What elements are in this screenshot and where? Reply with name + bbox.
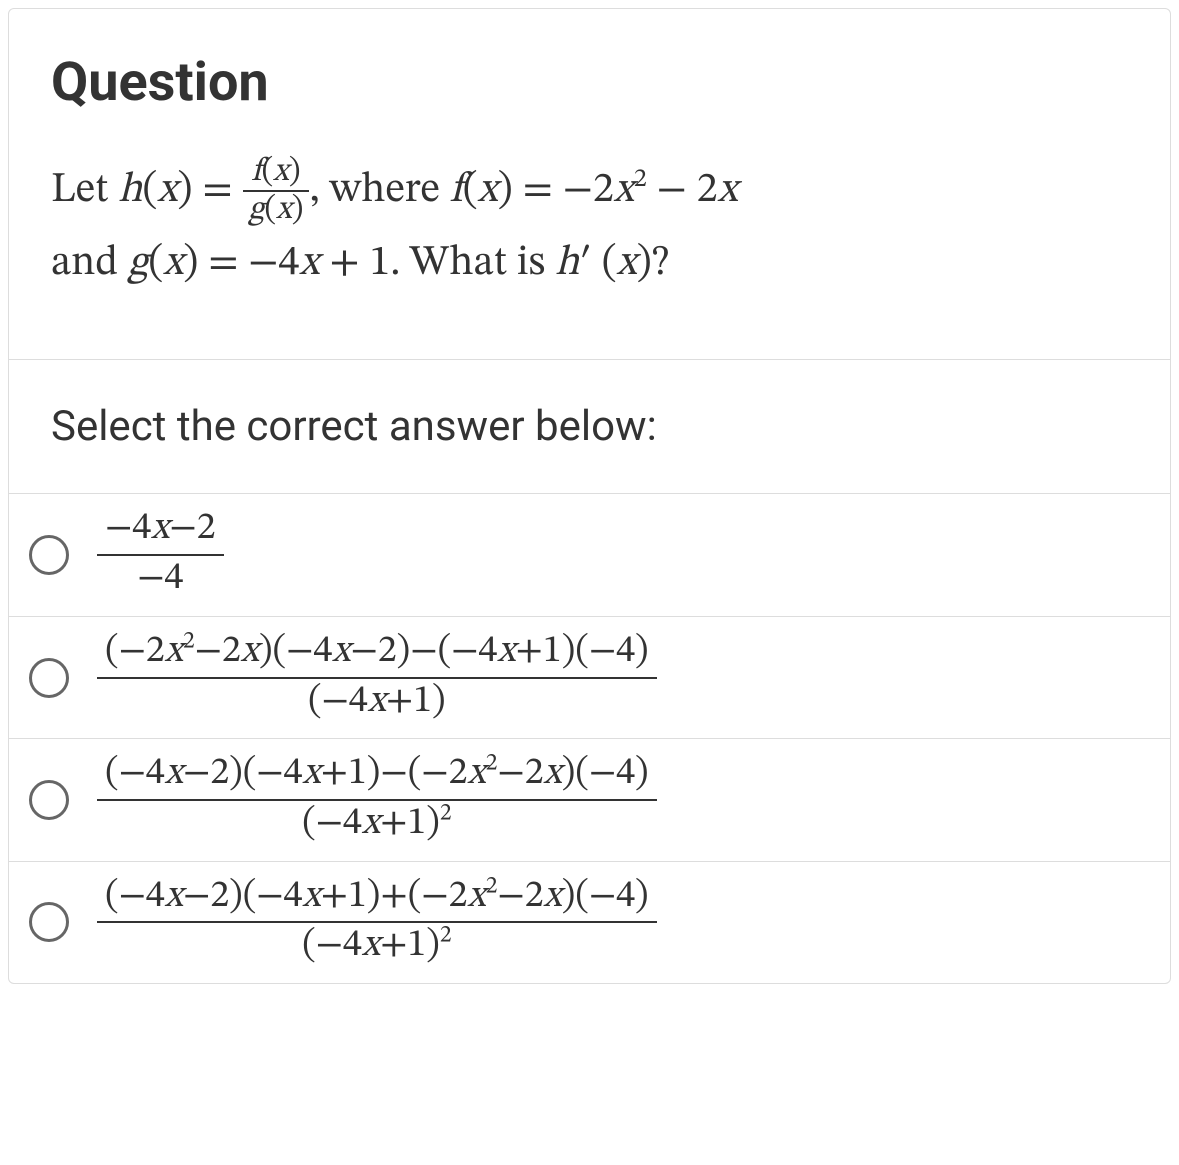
question-block: Question Let h(x) = f(x)/g(x), where f(x… — [9, 9, 1170, 360]
answer-option-1-math: (−4x−2) / (−4) −4x−2 −4 — [97, 506, 224, 603]
answer-option-1[interactable]: (−4x−2) / (−4) −4x−2 −4 — [9, 494, 1170, 616]
radio-icon — [29, 780, 69, 820]
answer-option-4[interactable]: [(−4x−2)(−4x+1) + (−2x²−2x)(−4)] / (−4x+… — [9, 862, 1170, 983]
radio-icon — [29, 902, 69, 942]
radio-icon — [29, 535, 69, 575]
answer-option-3[interactable]: [(−4x−2)(−4x+1) − (−2x²−2x)(−4)] / (−4x+… — [9, 739, 1170, 861]
answer-option-2-math: [(−2x²−2x)(−4x−2) − (−4x+1)(−4)] / (−4x+… — [97, 629, 657, 726]
radio-icon — [29, 658, 69, 698]
question-card: Question Let h(x) = f(x)/g(x), where f(x… — [8, 8, 1171, 984]
answer-option-3-math: [(−4x−2)(−4x+1) − (−2x²−2x)(−4)] / (−4x+… — [97, 751, 657, 848]
question-body: Let h(x) = f(x)/g(x), where f(x) = −2x² … — [51, 154, 1128, 299]
question-title: Question — [51, 51, 1128, 114]
answer-option-4-math: [(−4x−2)(−4x+1) + (−2x²−2x)(−4)] / (−4x+… — [97, 874, 657, 971]
answer-prompt: Select the correct answer below: — [9, 360, 1170, 494]
answer-option-2[interactable]: [(−2x²−2x)(−4x−2) − (−4x+1)(−4)] / (−4x+… — [9, 617, 1170, 739]
